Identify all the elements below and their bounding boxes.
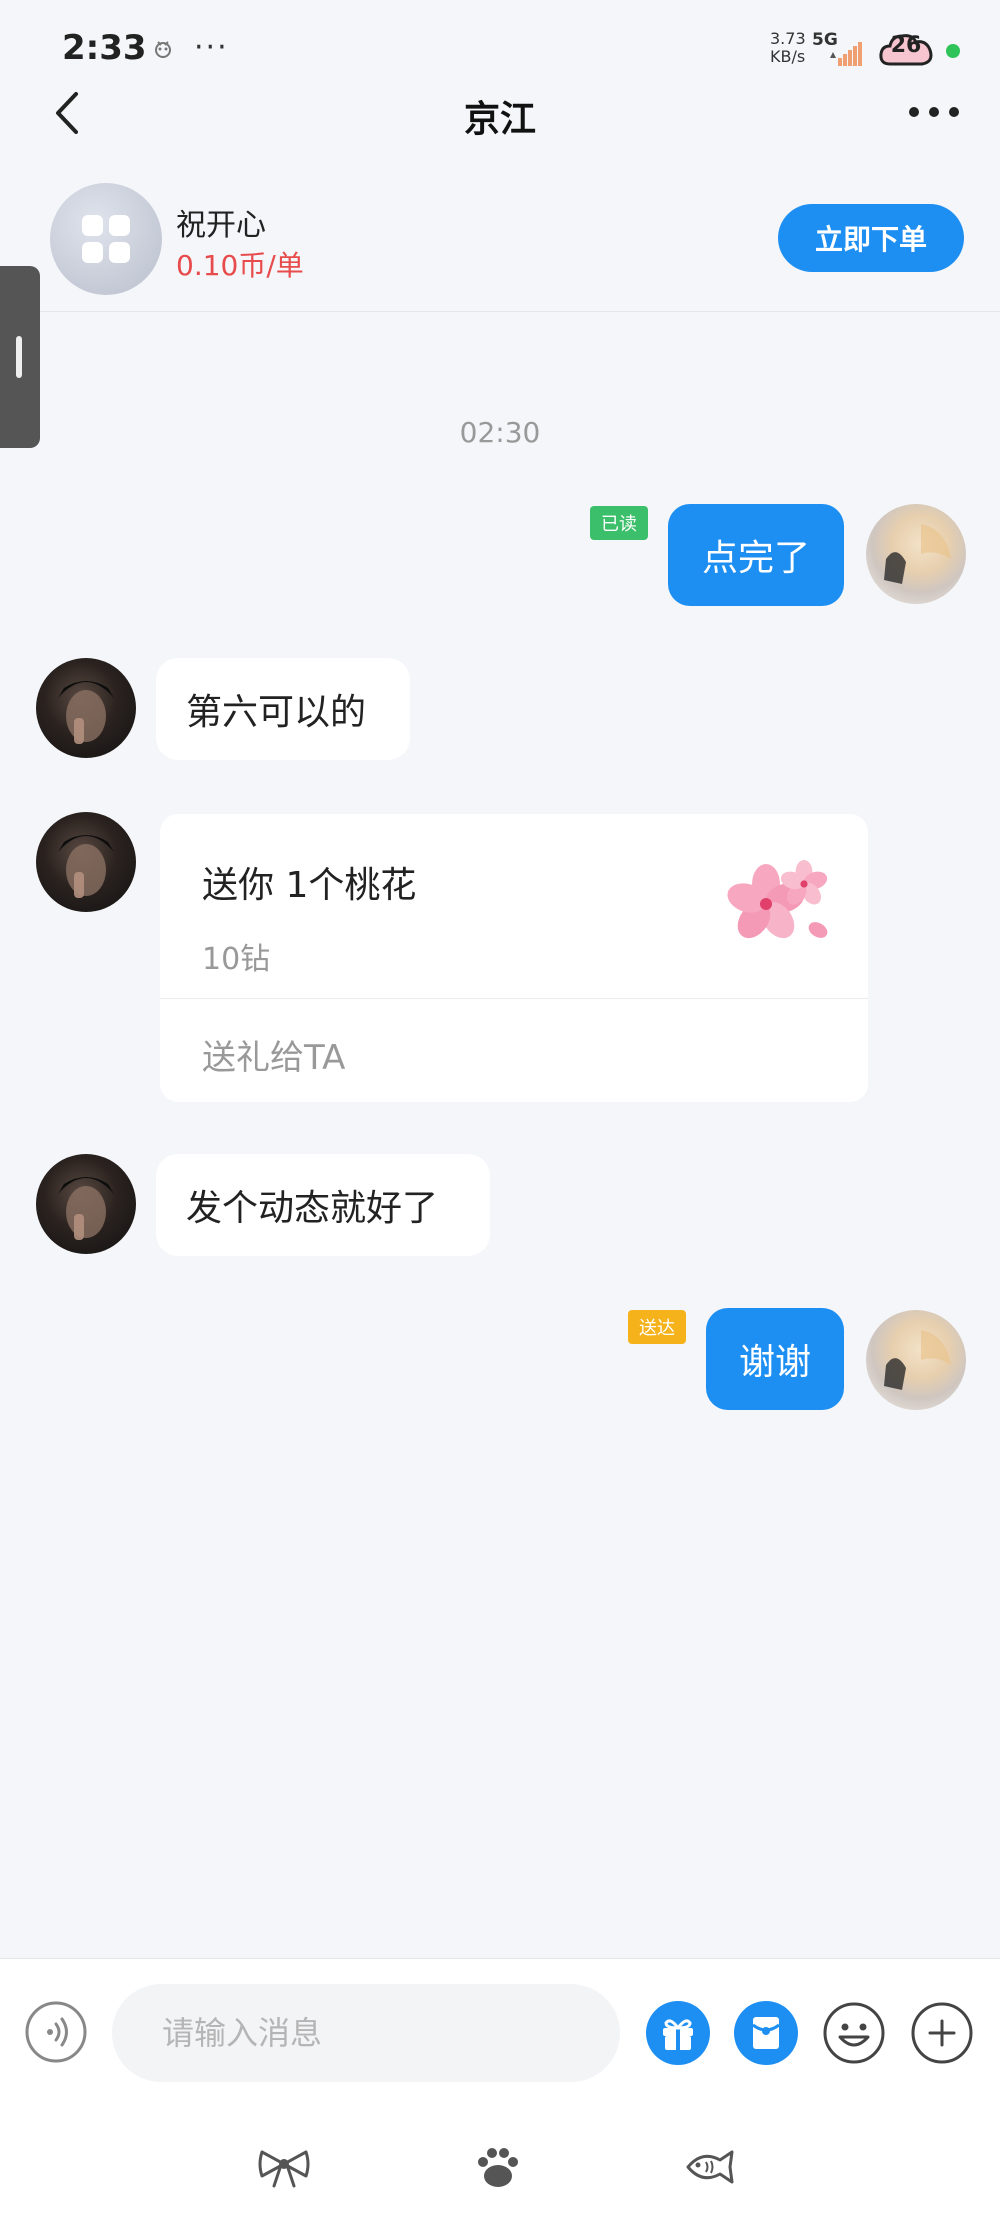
gift-title: 送你 1个桃花	[202, 865, 417, 906]
emoji-icon[interactable]	[822, 2001, 886, 2065]
read-status-badge: 已读	[590, 506, 648, 540]
avatar-peer[interactable]	[36, 658, 136, 758]
message-bubble-in[interactable]: 第六可以的	[156, 658, 410, 760]
avatar-peer[interactable]	[36, 812, 136, 912]
status-more-dots: ···	[194, 30, 229, 65]
gift-price: 10钻	[202, 942, 271, 977]
message-bubble-in[interactable]: 发个动态就好了	[156, 1154, 490, 1256]
message-input[interactable]	[112, 1984, 620, 2082]
avatar-peer[interactable]	[36, 1154, 136, 1254]
send-gift-link[interactable]: 送礼给TA	[202, 1030, 345, 1079]
apps-icon	[82, 215, 130, 263]
plus-icon[interactable]	[910, 2001, 974, 2065]
gift-divider	[160, 998, 868, 999]
gift-icon[interactable]	[646, 2001, 710, 2065]
fish-icon[interactable]	[682, 2142, 738, 2192]
net-speed-value: 3.73	[770, 29, 806, 48]
avatar-self[interactable]	[866, 504, 966, 604]
voice-icon[interactable]	[24, 2000, 88, 2064]
bow-icon[interactable]	[256, 2142, 312, 2192]
net-speed-unit: KB/s	[770, 47, 806, 66]
status-time: 2:33	[62, 28, 147, 68]
service-price: 0.10币/单	[176, 249, 304, 282]
delivered-status-badge: 送达	[628, 1310, 686, 1344]
side-handle-grip	[16, 336, 22, 378]
message-bubble-out[interactable]: 谢谢	[706, 1308, 844, 1410]
privacy-indicator	[946, 44, 960, 58]
signal-icon	[830, 42, 862, 66]
order-now-button[interactable]: 立即下单	[778, 204, 964, 272]
battery-level: 26	[890, 33, 922, 58]
notification-icon	[152, 38, 174, 66]
red-packet-icon[interactable]	[734, 2001, 798, 2065]
more-icon[interactable]	[906, 100, 962, 124]
net-speed: 3.73 KB/s	[770, 30, 806, 66]
service-name: 祝开心	[176, 208, 266, 243]
message-bubble-out[interactable]: 点完了	[668, 504, 844, 606]
peach-blossom-icon	[727, 860, 828, 939]
page-title: 京江	[463, 99, 536, 140]
chat-timestamp: 02:30	[459, 416, 541, 449]
avatar-self[interactable]	[866, 1310, 966, 1410]
paw-icon[interactable]	[470, 2142, 526, 2192]
